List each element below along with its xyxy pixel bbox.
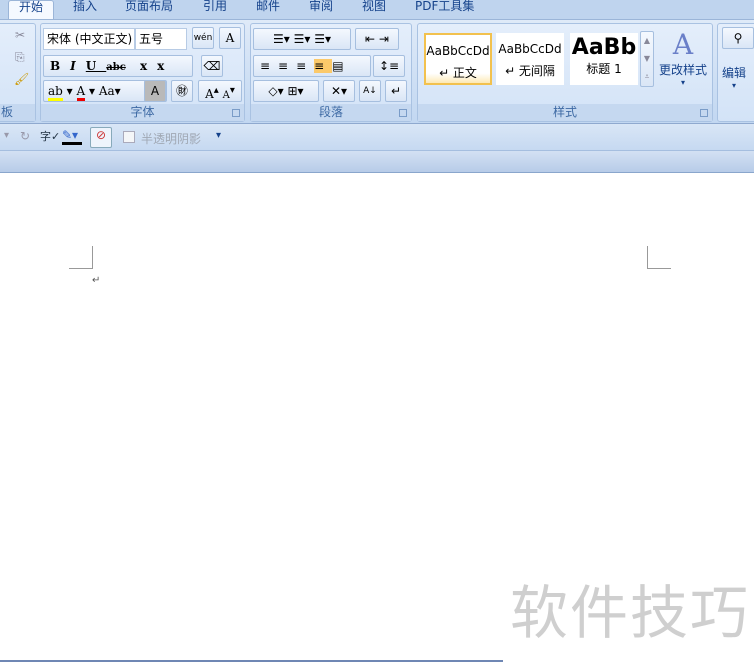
ribbon: ✂ ⎘ 🖌 板 宋体 (中文正文) 五号 wén A BIUabc xx ⌫ a…: [0, 19, 754, 124]
tab-references[interactable]: 引用: [199, 0, 231, 19]
distribute-button[interactable]: ✕▾: [323, 80, 355, 102]
clear-format-button[interactable]: ⌫: [201, 55, 223, 77]
change-styles-icon: A: [672, 28, 694, 61]
font-name-select[interactable]: 宋体 (中文正文): [43, 28, 135, 50]
change-styles-button[interactable]: A 更改样式 ▾: [658, 28, 708, 87]
paragraph-mark: ↵: [92, 275, 101, 286]
pen-color-icon[interactable]: ✎▾: [62, 128, 82, 145]
edit-label: 编辑: [722, 66, 747, 80]
font-color-icon: A: [76, 84, 86, 101]
char-border-button[interactable]: A: [219, 27, 241, 49]
indent-buttons[interactable]: ⇤ ⇥: [355, 28, 399, 50]
highlight-icon: ab: [48, 84, 63, 101]
tab-mailings[interactable]: 邮件: [252, 0, 284, 19]
clipboard-group: ✂ ⎘ 🖌 板: [0, 23, 36, 122]
phonetic-guide-button[interactable]: wén: [192, 27, 214, 49]
format-painter-icon[interactable]: 🖌: [14, 72, 29, 86]
font-group: 宋体 (中文正文) 五号 wén A BIUabc xx ⌫ ab ▾ A ▾ …: [40, 23, 245, 122]
edit-group[interactable]: ⚲ 编辑 ▾: [717, 23, 754, 122]
enclose-char-button[interactable]: ㊖: [171, 80, 193, 102]
shadow-toggle-icon[interactable]: ⊘: [90, 127, 112, 148]
page-corner-mark: [647, 246, 671, 269]
change-case-icon: Aa: [98, 84, 115, 98]
shadow-label: 半透明阴影: [141, 132, 202, 146]
customize-qat-icon[interactable]: ▾: [216, 130, 221, 141]
dialog-launcher-icon[interactable]: [232, 109, 240, 117]
underline-button[interactable]: U: [86, 59, 106, 73]
group-label: 段落: [251, 104, 411, 121]
group-label: 样式: [418, 104, 712, 121]
font-size-select[interactable]: 五号: [135, 28, 187, 50]
char-shading-button[interactable]: A: [144, 80, 166, 102]
tab-pdf-tools[interactable]: PDF工具集: [411, 0, 478, 19]
undo-dropdown-icon[interactable]: ▾: [4, 130, 9, 141]
cut-icon[interactable]: ✂: [15, 28, 25, 42]
styles-group: AaBbCcDd ↵ 正文 AaBbCcDd ↵ 无间隔 AaBb 标题 1 ▲ ▼ ⩡ …: [417, 23, 713, 122]
dialog-launcher-icon[interactable]: [700, 109, 708, 117]
ruler-band: [0, 151, 754, 173]
chevron-down-icon: ▾: [732, 81, 737, 90]
bold-button[interactable]: B: [50, 59, 70, 73]
italic-button[interactable]: I: [70, 59, 86, 73]
line-spacing-button[interactable]: ↕≡: [373, 55, 405, 77]
group-label: 板: [0, 104, 35, 121]
watermark: 软件技巧: [510, 579, 751, 647]
shadow-checkbox[interactable]: [123, 131, 135, 143]
style-no-spacing[interactable]: AaBbCcDd ↵ 无间隔: [496, 33, 564, 85]
tab-insert[interactable]: 插入: [69, 0, 101, 19]
align-buttons[interactable]: ≡≡≡≡▤: [253, 55, 371, 77]
copy-icon[interactable]: ⎘: [15, 50, 25, 65]
spelling-icon[interactable]: 字✓: [40, 128, 60, 144]
format-buttons[interactable]: BIUabc xx: [43, 55, 193, 77]
style-normal[interactable]: AaBbCcDd ↵ 正文: [424, 33, 492, 85]
tab-review[interactable]: 审阅: [305, 0, 337, 19]
subscript-button[interactable]: x: [140, 59, 157, 73]
show-marks-button[interactable]: ↵: [385, 80, 407, 102]
style-heading-1[interactable]: AaBb 标题 1: [570, 33, 638, 85]
superscript-button[interactable]: x: [157, 59, 174, 73]
tab-home[interactable]: 开始: [8, 0, 55, 19]
grow-shrink-font-button[interactable]: A▴ A▾: [198, 80, 242, 102]
tab-page-layout[interactable]: 页面布局: [121, 0, 177, 19]
list-buttons[interactable]: ☰▾ ☰▾ ☰▾: [253, 28, 351, 50]
find-icon[interactable]: ⚲: [722, 27, 754, 49]
strike-button[interactable]: abc: [106, 62, 126, 73]
paragraph-group: ☰▾ ☰▾ ☰▾ ⇤ ⇥ ≡≡≡≡▤ ↕≡ ◇▾ ⊞▾ ✕▾ A↓ ↵ 段落: [250, 23, 412, 122]
dialog-launcher-icon[interactable]: [399, 109, 407, 117]
ribbon-tabs: 开始 插入 页面布局 引用 邮件 审阅 视图 PDF工具集: [0, 0, 754, 19]
sort-button[interactable]: A↓: [359, 80, 381, 102]
tab-view[interactable]: 视图: [358, 0, 390, 19]
redo-icon[interactable]: ↻: [20, 129, 30, 143]
styles-scroll[interactable]: ▲ ▼ ⩡: [640, 31, 654, 87]
group-label: 字体: [41, 104, 244, 121]
quick-access-toolbar: ▾ ↻ 字✓ ✎▾ ⊘ 半透明阴影 ▾: [0, 124, 754, 151]
shading-border-buttons[interactable]: ◇▾ ⊞▾: [253, 80, 319, 102]
page-corner-mark: [69, 246, 93, 269]
status-divider: [0, 660, 503, 662]
